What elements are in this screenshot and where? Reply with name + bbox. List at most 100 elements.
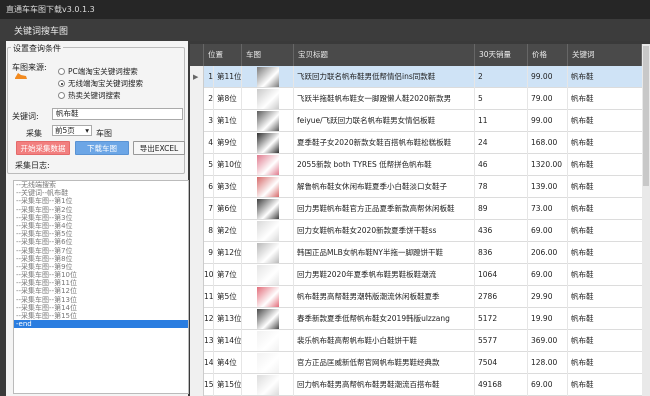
product-thumbnail [257, 309, 279, 329]
row-header[interactable] [190, 132, 204, 154]
table-row[interactable]: 9 第12位 韩国正品MLB女帆布鞋NY半拖一脚蹬饼干鞋 836 206.00 帆布鞋 [190, 242, 642, 264]
row-header[interactable] [190, 154, 204, 176]
cell-keyword: 帆布鞋 [571, 226, 594, 235]
cell-keyword: 帆布鞋 [571, 204, 594, 213]
cell-position: 第5位 [214, 286, 242, 308]
table-row[interactable]: 13 第14位 裴乐帆布鞋高帮帆布鞋小白鞋饼干鞋 5577 369.00 帆布鞋 [190, 330, 642, 352]
cell-title: 2055新款 both TYRES 低帮拼色帆布鞋 [294, 154, 475, 176]
row-header[interactable] [190, 242, 204, 264]
row-header[interactable] [190, 220, 204, 242]
table-row[interactable]: 10 第7位 回力男鞋2020年夏季帆布鞋男鞋板鞋潮流 1064 69.00 帆布鞋 [190, 264, 642, 286]
table-row[interactable]: 12 第13位 春季新款夏季低帮帆布鞋女2019韩版ulzzang 5172 19.90… [190, 308, 642, 330]
cell-keyword: 帆布鞋 [571, 292, 594, 301]
product-thumbnail [257, 89, 279, 109]
radio-option[interactable]: PC端淘宝关键词搜索 [58, 66, 138, 77]
col-title[interactable]: 宝贝标题 [294, 44, 475, 66]
cell-sales: 46 [475, 154, 528, 176]
log-line: --采集车图--第3位 [16, 213, 73, 222]
row-index: 10 [204, 264, 214, 286]
download-images-button[interactable]: 下载车图 [75, 141, 129, 155]
radio-dot-icon [58, 68, 65, 75]
row-index: 1 [204, 66, 214, 88]
table-row[interactable]: 3 第1位 feiyue/飞跃回力联名帆布鞋男女情侣板鞋 11 99.00 帆布鞋 [190, 110, 642, 132]
cell-price: 69.00 [528, 264, 568, 286]
row-index: 3 [204, 110, 214, 132]
row-header[interactable] [190, 264, 204, 286]
cell-keyword: 帆布鞋 [571, 314, 594, 323]
cell-title: 回力女鞋帆布鞋女2020新款夏季饼干鞋ss [294, 220, 475, 242]
cell-sales: 436 [475, 220, 528, 242]
cell-title: 回力男鞋2020年夏季帆布鞋男鞋板鞋潮流 [294, 264, 475, 286]
row-index: 4 [204, 132, 214, 154]
table-row[interactable]: 14 第4位 官方正品匡威新低帮官网帆布鞋男鞋经典款 7504 128.00 帆布鞋 [190, 352, 642, 374]
cell-title: 官方正品匡威新低帮官网帆布鞋男鞋经典款 [294, 352, 475, 374]
table-row[interactable]: 2 第8位 飞跃半拖鞋帆布鞋女一脚蹬懒人鞋2020新款男 5 79.00 帆布鞋 [190, 88, 642, 110]
cell-sales: 5 [475, 88, 528, 110]
cell-keyword: 帆布鞋 [571, 138, 594, 147]
export-excel-button[interactable]: 导出EXCEL [133, 141, 185, 155]
table-row[interactable]: 8 第2位 回力女鞋帆布鞋女2020新款夏季饼干鞋ss 436 69.00 帆布鞋 [190, 220, 642, 242]
cell-position: 第11位 [214, 66, 242, 88]
row-index: 7 [204, 198, 214, 220]
row-index: 14 [204, 352, 214, 374]
radio-option[interactable]: 无线端淘宝关键词搜索 [58, 78, 143, 89]
cell-position: 第1位 [214, 110, 242, 132]
table-row[interactable]: 6 第3位 解鲁帆布鞋女休闲布鞋夏季小白鞋淡口女鞋子 78 139.00 帆布鞋 [190, 176, 642, 198]
row-index: 9 [204, 242, 214, 264]
row-header[interactable]: ▶ [190, 66, 204, 88]
cell-keyword: 帆布鞋 [571, 160, 594, 169]
cell-title: 回力帆布鞋男高帮帆布鞋男鞋潮流百搭布鞋 [294, 374, 475, 396]
log-line: --采集车图--第14位 [16, 303, 78, 312]
table-row[interactable]: 4 第9位 夏季鞋子女2020新款女鞋百搭帆布鞋松糕板鞋 24 168.00 帆布鞋 [190, 132, 642, 154]
log-line: --采集车图--第15位 [16, 312, 78, 320]
table-row[interactable]: 7 第6位 回力男鞋帆布鞋官方正品夏季新款高帮休闲板鞋 89 73.00 帆布鞋 [190, 198, 642, 220]
col-position[interactable]: 位置 [204, 44, 242, 66]
table-row[interactable]: ▶ 1 第11位 飞跃回力联名帆布鞋男低帮情侣ins同款鞋 2 99.00 帆布鞋 [190, 66, 642, 88]
start-collect-button[interactable]: 开始采集数据 [16, 141, 70, 155]
cell-title: feiyue/飞跃回力联名帆布鞋男女情侣板鞋 [294, 110, 475, 132]
row-header[interactable] [190, 352, 204, 374]
row-header[interactable] [190, 88, 204, 110]
row-header[interactable] [190, 198, 204, 220]
row-header[interactable] [190, 110, 204, 132]
collect-suffix: 车图 [96, 129, 112, 138]
pages-select[interactable]: 前5页 ▾ [52, 125, 92, 136]
col-keyword[interactable]: 关键词 [568, 44, 642, 66]
row-header[interactable] [190, 308, 204, 330]
keyword-input[interactable]: 帆布鞋 [52, 108, 183, 120]
product-thumbnail [257, 199, 279, 219]
cell-price: 168.00 [528, 132, 568, 154]
cell-position: 第6位 [214, 198, 242, 220]
cell-sales: 49168 [475, 374, 528, 396]
log-line: --采集车图--第13位 [16, 295, 78, 304]
tab-keyword-search[interactable]: 关键词搜车图 [14, 24, 68, 37]
cell-keyword: 帆布鞋 [571, 72, 594, 81]
cell-sales: 11 [475, 110, 528, 132]
log-list[interactable]: --无线端搜索 --关键词--帆布鞋 --采集车图--第1位 --采集车图--第2位 -… [13, 180, 189, 394]
cell-sales: 5577 [475, 330, 528, 352]
cell-keyword: 帆布鞋 [571, 94, 594, 103]
cell-position: 第14位 [214, 330, 242, 352]
table-row[interactable]: 5 第10位 2055新款 both TYRES 低帮拼色帆布鞋 46 1320.00 帆… [190, 154, 642, 176]
table-row[interactable]: 11 第5位 帆布鞋男高帮鞋男潮韩版潮流休闲板鞋夏季 2786 29.90 帆布鞋 [190, 286, 642, 308]
keyword-label: 关键词: [12, 112, 39, 121]
log-line: --采集车图--第2位 [16, 205, 73, 214]
table-row[interactable]: 15 第15位 回力帆布鞋男高帮帆布鞋男鞋潮流百搭布鞋 49168 69.00 帆布鞋 [190, 374, 642, 396]
col-sales[interactable]: 30天销量 [475, 44, 528, 66]
col-image[interactable]: 车图 [242, 44, 294, 66]
radio-option[interactable]: 热卖关键词搜索 [58, 90, 121, 101]
row-index: 13 [204, 330, 214, 352]
product-thumbnail [257, 155, 279, 175]
row-header[interactable] [190, 176, 204, 198]
product-thumbnail [257, 221, 279, 241]
group-title: 设置查询条件 [11, 43, 63, 54]
cell-sales: 1064 [475, 264, 528, 286]
col-price[interactable]: 价格 [528, 44, 568, 66]
table-scrollbar[interactable] [642, 44, 650, 396]
row-header[interactable] [190, 330, 204, 352]
cell-title: 飞跃半拖鞋帆布鞋女一脚蹬懒人鞋2020新款男 [294, 88, 475, 110]
row-header[interactable] [190, 374, 204, 396]
row-header[interactable] [190, 286, 204, 308]
scrollbar-thumb[interactable] [643, 46, 649, 186]
cell-sales: 836 [475, 242, 528, 264]
